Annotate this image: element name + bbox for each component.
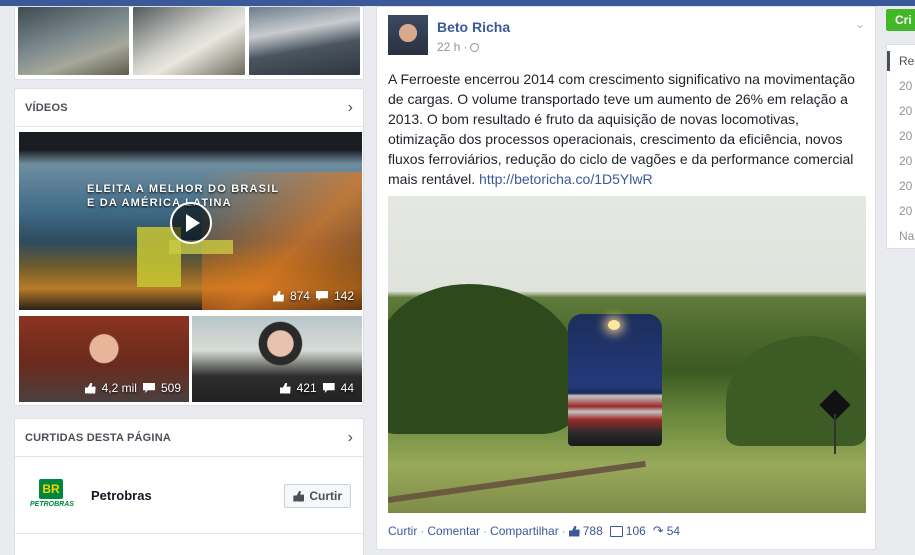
right-column-item[interactable]: 20 — [899, 104, 912, 118]
photo-thumbnail[interactable] — [248, 7, 360, 75]
photo-thumbnail[interactable] — [133, 7, 245, 75]
chevron-down-icon[interactable]: ⌄ — [855, 17, 865, 31]
main-video-thumbnail[interactable]: ELEITA A MELHOR DO BRASIL E DA AMÉRICA L… — [19, 132, 362, 310]
logo-mark: BR — [39, 479, 63, 499]
separator-dot: · — [561, 524, 566, 538]
post-image[interactable] — [388, 196, 866, 513]
like-page-button[interactable]: Curtir — [284, 484, 351, 508]
video-comments: 509 — [160, 381, 181, 395]
photos-strip — [14, 6, 364, 80]
video-comments: 44 — [340, 381, 354, 395]
like-page-label: Curtir — [309, 489, 342, 503]
image-rail — [388, 460, 646, 503]
right-column-item[interactable]: Na — [899, 229, 914, 243]
video-stats: 421 44 — [279, 381, 354, 395]
liked-pages-title: CURTIDAS DESTA PÁGINA — [25, 431, 171, 444]
image-locomotive — [568, 314, 662, 446]
separator-dot: · — [463, 40, 468, 54]
comment-icon — [142, 383, 155, 393]
video-background — [169, 240, 233, 254]
videos-header[interactable]: VÍDEOS › — [15, 89, 363, 127]
videos-section: VÍDEOS › ELEITA A MELHOR DO BRASIL E DA … — [14, 88, 364, 406]
create-button[interactable]: Cri — [886, 9, 915, 31]
headlight — [608, 320, 620, 330]
divider — [15, 533, 363, 534]
post-link[interactable]: http://betoricha.co/1D5YlwR — [479, 171, 653, 187]
share-action[interactable]: Compartilhar — [490, 524, 559, 538]
logo-wordmark: PETROBRAS — [30, 501, 74, 508]
play-button[interactable] — [170, 202, 212, 244]
videos-title: VÍDEOS — [25, 101, 68, 114]
video-thumbnail[interactable]: 421 44 — [192, 316, 362, 402]
chevron-right-icon[interactable]: › — [348, 99, 353, 117]
video-stats: 4,2 mil 509 — [84, 381, 181, 395]
video-likes: 4,2 mil — [101, 381, 137, 395]
video-likes: 874 — [289, 289, 310, 303]
post-card: Beto Richa 22 h · ⌄ A Ferroeste encerrou… — [376, 6, 876, 550]
post-text: A Ferroeste encerrou 2014 com cresciment… — [388, 69, 866, 189]
image-sign-pole — [834, 414, 836, 454]
thumbs-up-icon — [568, 525, 580, 537]
video-thumbnail[interactable]: 4,2 mil 509 — [19, 316, 189, 402]
right-column-item[interactable]: Re — [899, 54, 914, 68]
right-column-item[interactable]: 20 — [899, 79, 912, 93]
separator-dot: · — [483, 524, 488, 538]
image-tree — [388, 284, 578, 434]
post-author[interactable]: Beto Richa — [437, 19, 510, 35]
globe-icon — [470, 42, 480, 52]
right-column-item[interactable]: 20 — [899, 154, 912, 168]
play-icon — [186, 214, 200, 232]
thumbs-up-icon — [279, 382, 291, 394]
thumbs-up-icon — [272, 290, 284, 302]
thumbs-up-icon — [293, 490, 305, 502]
shares-count[interactable]: 54 — [667, 524, 680, 538]
video-comments: 142 — [333, 289, 354, 303]
chevron-right-icon[interactable]: › — [348, 429, 353, 447]
liked-pages-header[interactable]: CURTIDAS DESTA PÁGINA › — [15, 419, 363, 457]
comment-action[interactable]: Comentar — [427, 524, 480, 538]
avatar[interactable] — [388, 15, 428, 55]
liked-pages-section: CURTIDAS DESTA PÁGINA › BR PETROBRAS Pet… — [14, 418, 364, 555]
post-actions: Curtir · Comentar · Compartilhar · 788 1… — [388, 523, 680, 539]
post-meta: 22 h · — [437, 40, 480, 54]
thumbs-up-icon — [84, 382, 96, 394]
petrobras-logo[interactable]: BR PETROBRAS — [27, 477, 77, 513]
comments-count[interactable]: 106 — [626, 524, 646, 538]
separator-dot: · — [420, 524, 425, 538]
video-caption-line: ELEITA A MELHOR DO BRASIL — [87, 183, 280, 195]
video-stats: 874 142 — [272, 289, 354, 303]
page-name[interactable]: Petrobras — [91, 488, 152, 503]
post-timestamp[interactable]: 22 h — [437, 40, 460, 54]
right-column-item[interactable]: 20 — [899, 204, 912, 218]
liked-page-item: BR PETROBRAS Petrobras Curtir — [15, 457, 363, 533]
like-action[interactable]: Curtir — [388, 524, 417, 538]
video-likes: 421 — [296, 381, 317, 395]
comment-icon — [322, 383, 335, 393]
right-column-item[interactable]: 20 — [899, 129, 912, 143]
post-body: A Ferroeste encerrou 2014 com cresciment… — [388, 71, 855, 187]
right-column-list: Re 20 20 20 20 20 20 Na — [886, 44, 915, 249]
share-icon: ↷ — [652, 523, 664, 538]
comment-icon — [609, 525, 623, 537]
photo-thumbnail[interactable] — [18, 7, 130, 75]
likes-count[interactable]: 788 — [583, 524, 603, 538]
right-column-item[interactable]: 20 — [899, 179, 912, 193]
active-indicator — [887, 51, 890, 71]
comment-icon — [315, 291, 328, 301]
image-tree — [726, 336, 866, 446]
